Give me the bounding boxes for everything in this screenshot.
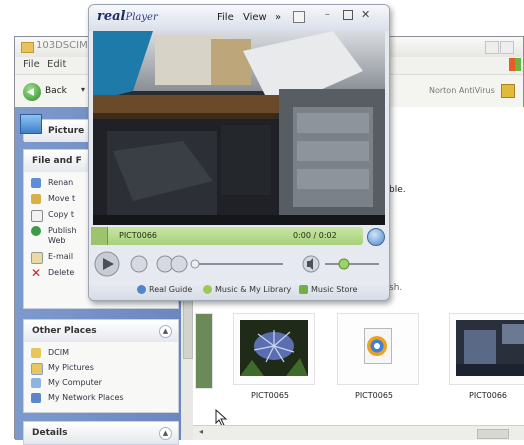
copy-icon xyxy=(31,210,43,222)
controls-svg xyxy=(94,251,379,277)
position-slider-thumb[interactable] xyxy=(190,259,200,269)
realplayer-link-bar: Real Guide Music & My Library Music Stor… xyxy=(89,281,389,300)
pictures-icon xyxy=(20,114,42,134)
rp-menu-view[interactable]: View xyxy=(243,12,267,23)
menu-file[interactable]: File xyxy=(23,59,40,70)
file-folder-tasks-title: File and F xyxy=(32,156,82,166)
maximize-button[interactable] xyxy=(500,41,514,54)
details-title: Details xyxy=(32,428,68,438)
delete-x-icon: ✕ xyxy=(31,266,42,280)
details-panel: Details ▲ xyxy=(23,421,179,445)
rp-menu-file[interactable]: File xyxy=(217,12,234,23)
rp-menu-more[interactable]: » xyxy=(275,12,281,23)
flower-photo-icon xyxy=(240,320,308,376)
globe-menu-icon[interactable] xyxy=(367,228,385,246)
scroll-thumb[interactable] xyxy=(477,429,509,439)
window-title: 103DSCIM xyxy=(36,40,88,51)
realplayer-logo: realPlayer xyxy=(97,9,158,24)
real-guide-icon xyxy=(137,285,146,294)
email-icon xyxy=(31,252,43,264)
horizontal-scrollbar[interactable]: ◂ xyxy=(193,425,524,440)
video-frame xyxy=(93,31,385,225)
clip-name: PICT0066 xyxy=(119,231,158,240)
thumbnail-partial[interactable] xyxy=(195,313,213,389)
rp-minimize-button[interactable]: – xyxy=(325,9,330,20)
rp-close-button[interactable]: ✕ xyxy=(361,8,370,21)
network-icon xyxy=(31,393,41,403)
rename-icon xyxy=(31,178,41,188)
other-places-title: Other Places xyxy=(32,326,97,336)
minimize-button[interactable] xyxy=(485,41,499,54)
my-pictures-icon xyxy=(31,363,43,375)
file-label[interactable]: PICT0065 xyxy=(251,391,289,400)
status-bar: PICT0066 0:00 / 0:02 xyxy=(91,227,363,245)
file-label[interactable]: PICT0065 xyxy=(355,391,393,400)
move-icon xyxy=(31,194,41,204)
clip-time: 0:00 / 0:02 xyxy=(293,231,337,240)
video-display[interactable] xyxy=(93,31,385,225)
rp-mini-icon[interactable] xyxy=(293,11,305,23)
other-places-panel: Other Places ▲ DCIM My Pictures My Compu… xyxy=(23,319,179,413)
rp-maximize-button[interactable] xyxy=(343,10,353,20)
realplayer-media-icon xyxy=(367,336,387,356)
collapse-chevron-icon[interactable]: ▲ xyxy=(159,325,172,338)
music-library-link[interactable]: Music & My Library xyxy=(203,285,291,294)
stop-button[interactable] xyxy=(130,255,148,273)
norton-icon[interactable] xyxy=(501,84,515,98)
info-text: ble. xyxy=(389,185,406,195)
back-button[interactable]: Back xyxy=(45,86,67,96)
back-arrow-icon[interactable] xyxy=(23,83,41,101)
windows-logo-icon xyxy=(509,58,521,71)
globe-icon xyxy=(31,226,41,236)
folder-icon xyxy=(21,42,34,53)
position-slider-track[interactable] xyxy=(193,263,283,265)
details-header[interactable]: Details ▲ xyxy=(24,422,178,444)
folder-icon xyxy=(31,348,41,358)
expand-chevron-icon[interactable]: ▲ xyxy=(159,427,172,440)
back-dropdown-icon[interactable]: ▾ xyxy=(81,85,85,94)
music-library-icon xyxy=(203,285,212,294)
picture-tasks-title: Picture xyxy=(48,126,85,136)
file-label[interactable]: PICT0066 xyxy=(469,391,507,400)
scroll-left-icon[interactable]: ◂ xyxy=(199,427,203,436)
computer-icon xyxy=(31,378,41,388)
playback-controls xyxy=(93,249,385,279)
music-store-link[interactable]: Music Store xyxy=(299,285,357,294)
norton-antivirus-button[interactable]: Norton AntiVirus xyxy=(429,86,495,95)
clip-info-icon[interactable] xyxy=(91,227,108,245)
menu-edit[interactable]: Edit xyxy=(47,59,66,70)
volume-slider-track[interactable] xyxy=(325,263,379,265)
room-photo-icon xyxy=(456,320,524,376)
real-guide-link[interactable]: Real Guide xyxy=(137,285,192,294)
next-button[interactable] xyxy=(170,255,188,273)
realplayer-window: realPlayer File View » – ✕ PICT0066 0:00… xyxy=(88,4,390,301)
volume-slider-thumb[interactable] xyxy=(338,258,350,270)
realplayer-title-bar[interactable]: realPlayer File View » – ✕ xyxy=(89,5,389,31)
thumbnail-pict0065-video[interactable] xyxy=(337,313,419,385)
other-places-header[interactable]: Other Places ▲ xyxy=(24,320,178,342)
thumbnail-pict0066-photo[interactable] xyxy=(449,313,524,385)
thumbnail-pict0065-photo[interactable] xyxy=(233,313,315,385)
music-store-icon xyxy=(299,285,308,294)
info-text-2: sh. xyxy=(389,283,403,293)
